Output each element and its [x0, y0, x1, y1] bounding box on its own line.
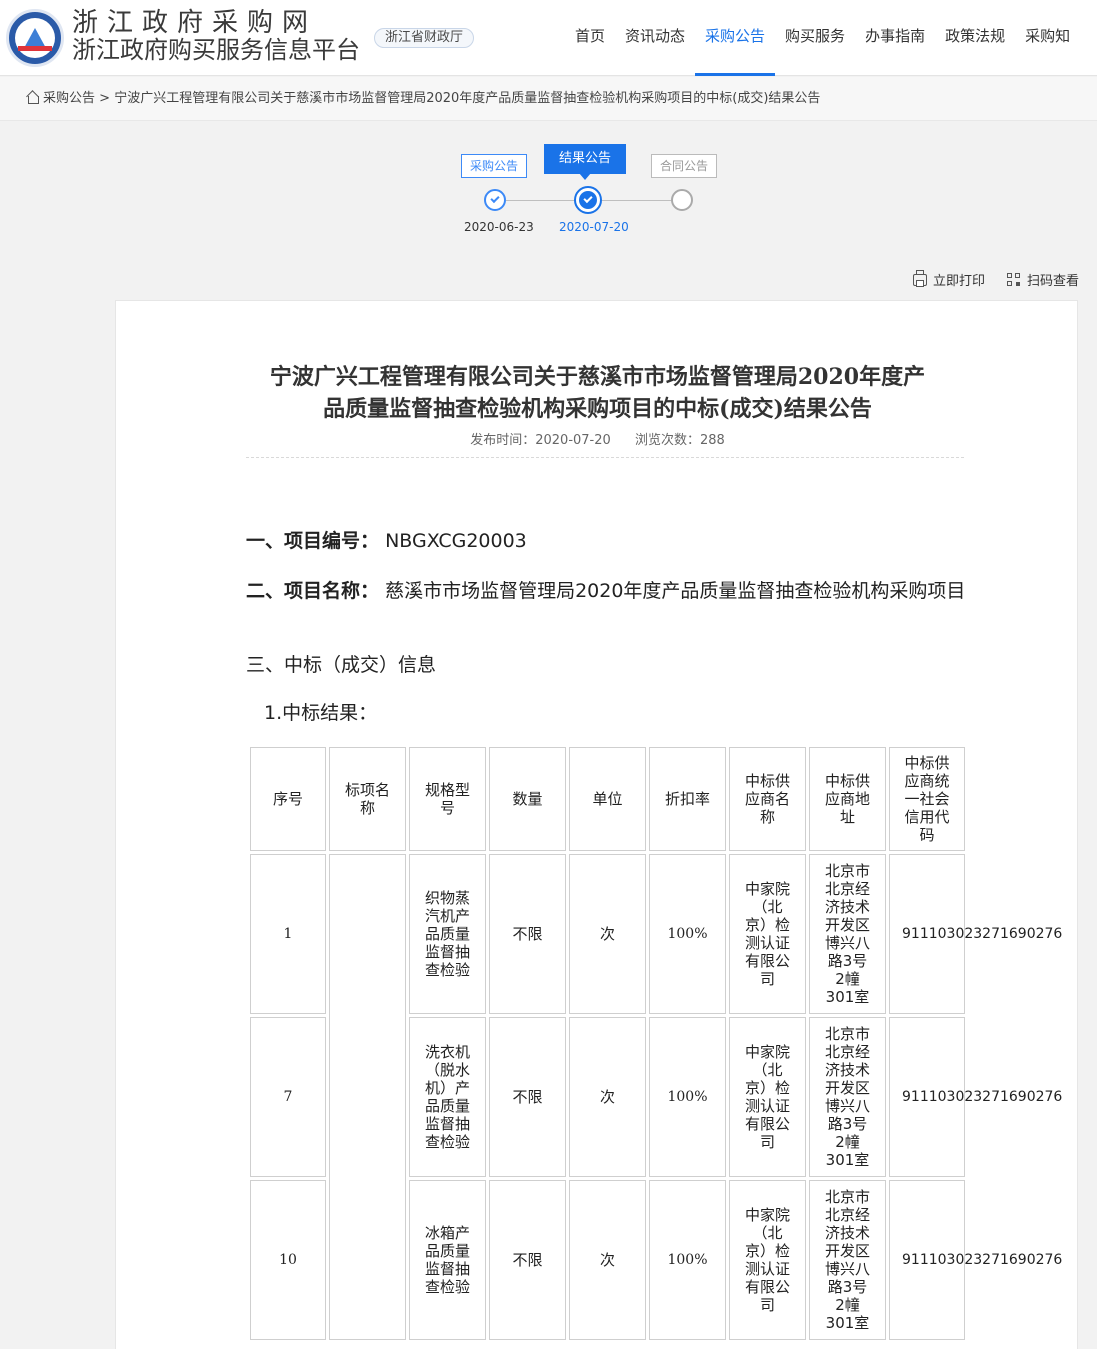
step-tag-contract[interactable]: 合同公告: [651, 154, 718, 178]
nav-policy[interactable]: 政策法规: [935, 0, 1015, 76]
breadcrumb-separator: >: [99, 91, 111, 106]
project-name: 二、项目名称： 慈溪市市场监督管理局2020年度产品质量监督抽查检验机构采购项目: [246, 580, 966, 602]
scan-label: 扫码查看: [1026, 274, 1079, 289]
step-tag-result[interactable]: 结果公告: [544, 144, 627, 180]
cell-supplier: 中家院（北京）检测认证有限公司: [729, 854, 806, 1014]
cell-spec: 洗衣机（脱水机）产品质量监督抽查检验: [409, 1017, 486, 1177]
home-icon[interactable]: [26, 91, 39, 104]
table-row: 1 织物蒸汽机产品质量监督抽查检验 不限 次 100% 中家院（北京）检测认证有…: [250, 854, 1062, 1340]
cell-address: 北京市北京经济技术开发区博兴八路3号2幢301室: [809, 854, 886, 1014]
col-header: 中标供应商地址: [809, 747, 886, 851]
notice-title-line: 宁波广兴工程管理有限公司关于慈溪市市场监督管理局2020年度产: [269, 364, 926, 390]
award-table: 序号 标项名称 规格型号 数量 单位 折扣率 中标供应商名称 中标供应商地址 中…: [247, 744, 1062, 1343]
print-label: 立即打印: [932, 274, 985, 289]
cell-address: 北京市北京经济技术开发区博兴八路3号2幢301室: [809, 1017, 886, 1177]
site-subtitle[interactable]: 浙江政府购买服务信息平台: [72, 36, 360, 64]
col-header: 规格型号: [409, 747, 486, 851]
cell-discount: 100%: [649, 854, 726, 1014]
step-current-icon: [574, 186, 602, 214]
col-header: 中标供应商统一社会信用代码: [889, 747, 965, 851]
view-count: 浏览次数：288: [634, 433, 725, 448]
nav-guide[interactable]: 办事指南: [855, 0, 935, 76]
col-header: 中标供应商名称: [729, 747, 806, 851]
step-connector: [506, 200, 576, 201]
title-divider: [246, 457, 964, 458]
cell-qty: 不限: [489, 854, 566, 1014]
cell-qty: 不限: [489, 1180, 566, 1340]
site-header: 浙江政府采购网 浙江政府购买服务信息平台 浙江省财政厅 首页 资讯动态 采购公告…: [0, 0, 1097, 76]
notice-title-line: 品质量监督抽查检验机构采购项目的中标(成交)结果公告: [323, 396, 872, 422]
col-header: 单位: [569, 747, 646, 851]
publish-time: 发布时间：2020-07-20: [470, 433, 611, 448]
cell-address: 北京市北京经济技术开发区博兴八路3号2幢301室: [809, 1180, 886, 1340]
subsection-award-result: 1.中标结果：: [264, 702, 378, 724]
breadcrumb-current: 宁波广兴工程管理有限公司关于慈溪市市场监督管理局2020年度产品质量监督抽查检验…: [114, 91, 821, 106]
print-button[interactable]: 立即打印: [912, 269, 985, 289]
step-done-icon: [484, 189, 506, 211]
qr-code-icon: [1006, 272, 1021, 287]
breadcrumb-root[interactable]: 采购公告: [43, 91, 95, 106]
notice-progress-steps: 采购公告 结果公告 合同公告 2020-06-23 2020-07-20: [0, 142, 1097, 242]
cell-spec: 织物蒸汽机产品质量监督抽查检验: [409, 854, 486, 1014]
scan-button[interactable]: 扫码查看: [1006, 270, 1079, 289]
check-icon: [583, 193, 593, 204]
col-header: 折扣率: [649, 747, 726, 851]
cell-qty: 不限: [489, 1017, 566, 1177]
cell-credit-code: 911103023271690276: [889, 854, 1062, 1014]
nav-knowledge[interactable]: 采购知: [1015, 0, 1080, 76]
printer-icon: [912, 269, 927, 287]
cell-credit-code: 911103023271690276: [889, 1180, 1062, 1340]
site-title[interactable]: 浙江政府采购网: [72, 8, 317, 38]
cell-supplier: 中家院（北京）检测认证有限公司: [729, 1017, 806, 1177]
cell-discount: 100%: [649, 1180, 726, 1340]
page-tools: 立即打印 扫码查看: [891, 269, 1079, 289]
cell-unit: 次: [569, 854, 646, 1014]
check-icon: [490, 193, 500, 204]
step-date-procurement: 2020-06-23: [464, 220, 534, 234]
cell-spec: 冰箱产品质量监督抽查检验: [409, 1180, 486, 1340]
breadcrumb: 采购公告 > 宁波广兴工程管理有限公司关于慈溪市市场监督管理局2020年度产品质…: [0, 77, 1097, 121]
cell-unit: 次: [569, 1180, 646, 1340]
step-date-result: 2020-07-20: [559, 220, 629, 234]
cell-no: 10: [250, 1180, 326, 1340]
cell-no: 1: [250, 854, 326, 1014]
cell-supplier: 中家院（北京）检测认证有限公司: [729, 1180, 806, 1340]
table-header-row: 序号 标项名称 规格型号 数量 单位 折扣率 中标供应商名称 中标供应商地址 中…: [250, 747, 965, 851]
dept-badge[interactable]: 浙江省财政厅: [374, 28, 475, 48]
notice-title: 宁波广兴工程管理有限公司关于慈溪市市场监督管理局2020年度产 品质量监督抽查检…: [136, 361, 1059, 425]
col-header: 标项名称: [329, 747, 406, 851]
project-number: 一、项目编号： NBGXCG20003: [246, 530, 527, 552]
site-logo-icon[interactable]: [6, 9, 64, 67]
step-connector: [602, 200, 672, 201]
section-award-info: 三、中标（成交）信息: [246, 654, 437, 676]
nav-purchase-service[interactable]: 购买服务: [775, 0, 855, 76]
step-pending-icon: [671, 189, 693, 211]
nav-procurement-notice[interactable]: 采购公告: [695, 0, 776, 76]
notice-content: 宁波广兴工程管理有限公司关于慈溪市市场监督管理局2020年度产 品质量监督抽查检…: [115, 300, 1078, 1349]
col-header: 序号: [250, 747, 326, 851]
main-nav: 首页 资讯动态 采购公告 购买服务 办事指南 政策法规 采购知: [565, 0, 1080, 76]
step-tag-procurement[interactable]: 采购公告: [461, 154, 528, 178]
nav-home[interactable]: 首页: [565, 0, 615, 76]
notice-meta: 发布时间：2020-07-20 浏览次数：288: [116, 429, 1079, 448]
cell-discount: 100%: [649, 1017, 726, 1177]
nav-news[interactable]: 资讯动态: [615, 0, 695, 76]
cell-no: 7: [250, 1017, 326, 1177]
cell-item-name: [329, 854, 406, 1340]
cell-unit: 次: [569, 1017, 646, 1177]
col-header: 数量: [489, 747, 566, 851]
cell-credit-code: 911103023271690276: [889, 1017, 1062, 1177]
